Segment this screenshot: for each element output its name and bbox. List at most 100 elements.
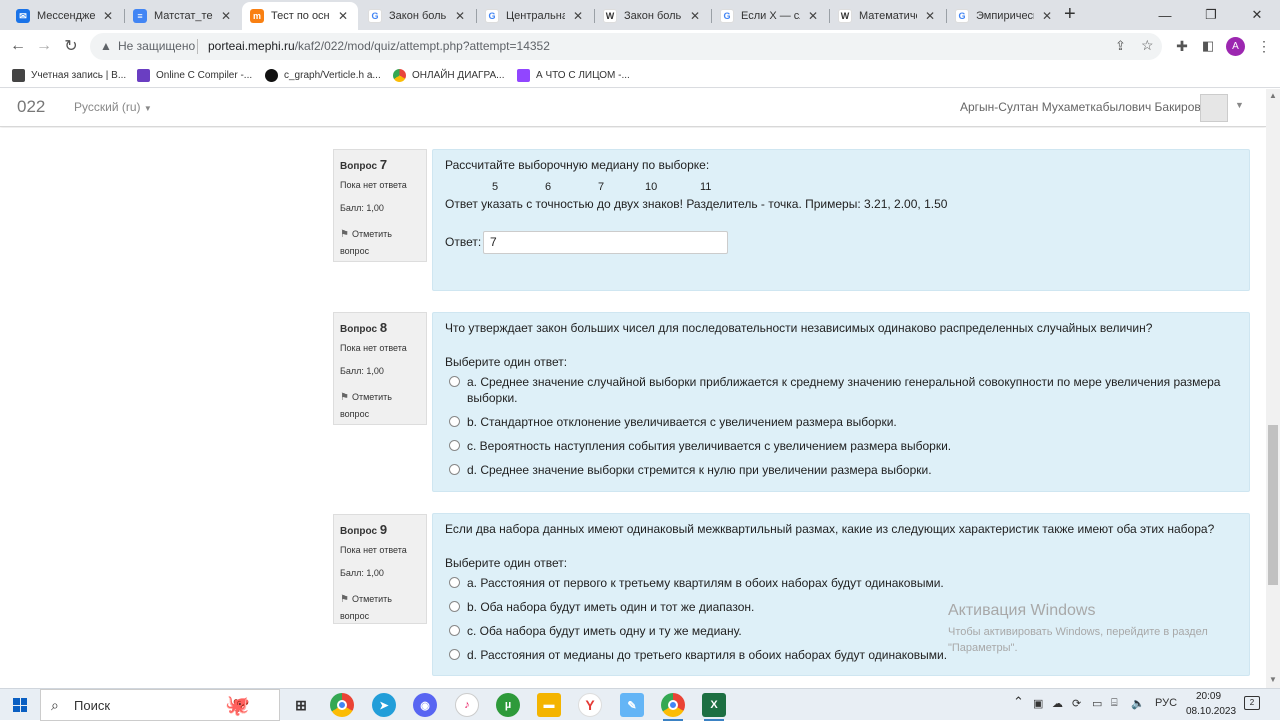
clock-time[interactable]: 20:09: [1196, 691, 1221, 702]
radio-button[interactable]: [449, 649, 460, 660]
volume-icon[interactable]: 🔈: [1131, 697, 1145, 710]
site-name[interactable]: 022: [17, 97, 45, 117]
bookmark-github[interactable]: c_graph/Verticle.h a...: [265, 67, 381, 83]
answer-option[interactable]: a. Расстояния от первого к третьему квар…: [449, 575, 944, 591]
tab-wiki-math[interactable]: W Математиче ✕: [830, 2, 945, 30]
close-window-icon[interactable]: ✕: [1234, 0, 1280, 30]
chrome-icon[interactable]: [330, 693, 354, 717]
close-tab-icon[interactable]: ✕: [101, 9, 115, 23]
scroll-up-icon[interactable]: ▲: [1266, 91, 1280, 103]
radio-button[interactable]: [449, 577, 460, 588]
answer-option[interactable]: c. Вероятность наступления события увели…: [449, 438, 951, 454]
profile-avatar[interactable]: A: [1226, 37, 1245, 56]
tab-google-clt[interactable]: G Центральная ✕: [477, 2, 593, 30]
flag-question-link[interactable]: ⚑ Отметить вопрос: [340, 226, 392, 259]
close-tab-icon[interactable]: ✕: [219, 9, 233, 23]
flag-question-link[interactable]: ⚑ Отметить вопрос: [340, 591, 392, 624]
answer-option[interactable]: b. Оба набора будут иметь один и тот же …: [449, 599, 754, 615]
tab-matstat-test[interactable]: ≡ Матстат_тест ✕: [125, 2, 241, 30]
bookmark-compiler[interactable]: Online C Compiler -...: [137, 67, 252, 83]
radio-button[interactable]: [449, 625, 460, 636]
answer-input[interactable]: 7: [483, 231, 728, 254]
yandex-browser-icon[interactable]: Y: [578, 693, 602, 717]
tab-moodle-test[interactable]: m Тест по основ ✕: [242, 2, 358, 30]
star-bookmark-icon[interactable]: ☆: [1141, 37, 1154, 54]
task-view-icon[interactable]: ⊞: [289, 693, 313, 717]
page-scrollbar[interactable]: ▲ ▼: [1266, 89, 1280, 689]
close-tab-icon[interactable]: ✕: [923, 9, 937, 23]
battery-icon[interactable]: ▭: [1092, 697, 1102, 710]
chevron-up-icon[interactable]: ⌃: [1013, 694, 1024, 710]
close-tab-icon[interactable]: ✕: [688, 9, 702, 23]
discord-icon[interactable]: ◉: [413, 693, 437, 717]
option-label[interactable]: d. Среднее значение выборки стремится к …: [467, 462, 932, 478]
reload-icon[interactable]: ↻: [59, 34, 83, 58]
address-bar[interactable]: ▲ Не защищено porteai.mephi.ru/kaf2/022/…: [90, 33, 1162, 60]
excel-icon[interactable]: X: [702, 693, 726, 717]
tab-wiki-lln[interactable]: W Закон больш ✕: [595, 2, 710, 30]
user-name[interactable]: Аргын-Султан Мухаметкабылович Бакиров: [960, 100, 1201, 114]
radio-button[interactable]: [449, 376, 460, 387]
forward-arrow-icon[interactable]: →: [32, 34, 56, 58]
close-tab-icon[interactable]: ✕: [1040, 9, 1054, 23]
bookmark-account[interactable]: Учетная запись | В...: [12, 67, 126, 83]
notepad-icon[interactable]: ✎: [620, 693, 644, 717]
bookmark-diagram[interactable]: ОНЛАЙН ДИАГРА...: [393, 67, 504, 83]
option-label[interactable]: c. Вероятность наступления события увели…: [467, 438, 951, 454]
close-tab-icon[interactable]: ✕: [571, 9, 585, 23]
radio-button[interactable]: [449, 416, 460, 427]
scroll-down-icon[interactable]: ▼: [1266, 675, 1280, 687]
network-icon[interactable]: ⌸: [1111, 697, 1118, 710]
itunes-icon[interactable]: ♪: [455, 693, 479, 717]
maximize-icon[interactable]: ❐: [1188, 0, 1234, 30]
option-label[interactable]: a. Среднее значение случайной выборки пр…: [467, 374, 1220, 406]
back-arrow-icon[interactable]: ←: [6, 34, 30, 58]
option-label[interactable]: a. Расстояния от первого к третьему квар…: [467, 575, 944, 591]
radio-button[interactable]: [449, 440, 460, 451]
option-label[interactable]: c. Оба набора будут иметь одну и ту же м…: [467, 623, 742, 639]
caret-down-icon[interactable]: ▼: [1235, 100, 1244, 110]
tab-google-x[interactable]: G Если X — слу ✕: [712, 2, 828, 30]
answer-option[interactable]: d. Среднее значение выборки стремится к …: [449, 462, 932, 478]
chrome-profile-icon[interactable]: [661, 693, 685, 717]
file-explorer-icon[interactable]: ▬: [537, 693, 561, 717]
radio-button[interactable]: [449, 601, 460, 612]
user-avatar[interactable]: [1200, 94, 1228, 122]
warning-icon[interactable]: ▲: [100, 39, 112, 53]
url-text[interactable]: porteai.mephi.ru/kaf2/022/mod/quiz/attem…: [208, 39, 550, 53]
share-icon[interactable]: ⇪: [1115, 38, 1126, 54]
input-language[interactable]: РУС: [1155, 697, 1177, 709]
answer-option[interactable]: d. Расстояния от медианы до третьего ква…: [449, 647, 947, 663]
minimize-icon[interactable]: —: [1142, 0, 1188, 30]
option-label[interactable]: d. Расстояния от медианы до третьего ква…: [467, 647, 947, 663]
security-status[interactable]: Не защищено: [118, 39, 195, 53]
option-label[interactable]: b. Оба набора будут иметь один и тот же …: [467, 599, 754, 615]
scroll-thumb[interactable]: [1268, 425, 1278, 585]
sync-icon[interactable]: ⟳: [1072, 697, 1081, 710]
bookmark-twitch[interactable]: А ЧТО С ЛИЦОМ -...: [517, 67, 630, 83]
clock-date[interactable]: 08.10.2023: [1186, 706, 1236, 717]
flag-question-link[interactable]: ⚑ Отметить вопрос: [340, 389, 392, 422]
sidepanel-icon[interactable]: ◧: [1196, 34, 1220, 58]
option-label[interactable]: b. Стандартное отклонение увеличивается …: [467, 414, 897, 430]
close-tab-icon[interactable]: ✕: [453, 9, 467, 23]
cloud-icon[interactable]: ☁: [1052, 697, 1063, 710]
menu-dots-icon[interactable]: ⋮: [1252, 34, 1276, 58]
new-tab-button[interactable]: +: [1064, 3, 1076, 26]
device-icon[interactable]: ▣: [1033, 697, 1043, 710]
close-tab-icon[interactable]: ✕: [806, 9, 820, 23]
utorrent-icon[interactable]: µ: [496, 693, 520, 717]
answer-option[interactable]: a. Среднее значение случайной выборки пр…: [449, 374, 1220, 406]
answer-option[interactable]: b. Стандартное отклонение увеличивается …: [449, 414, 897, 430]
notifications-icon[interactable]: 2: [1244, 696, 1260, 710]
start-button[interactable]: [0, 689, 40, 721]
telegram-icon[interactable]: ➤: [372, 693, 396, 717]
extensions-icon[interactable]: ✚: [1170, 34, 1194, 58]
answer-option[interactable]: c. Оба набора будут иметь одну и ту же м…: [449, 623, 742, 639]
tab-messenger[interactable]: ✉ Мессенджер ✕: [8, 2, 123, 30]
tab-google-empirical[interactable]: G Эмпирическ ✕: [947, 2, 1062, 30]
close-tab-icon[interactable]: ✕: [336, 9, 350, 23]
language-menu[interactable]: Русский (ru) ▼: [74, 100, 152, 114]
taskbar-search[interactable]: ⌕ Поиск 🐙: [40, 689, 280, 721]
radio-button[interactable]: [449, 464, 460, 475]
